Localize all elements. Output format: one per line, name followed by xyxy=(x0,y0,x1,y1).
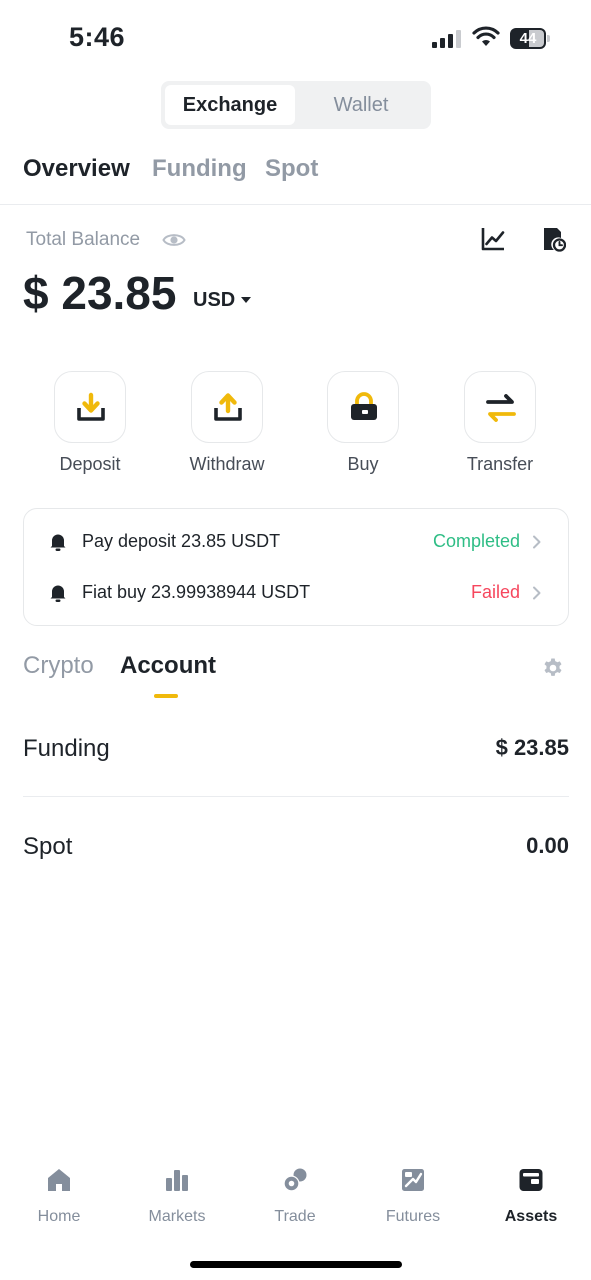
trade-icon xyxy=(283,1168,307,1192)
signal-icon xyxy=(432,30,461,48)
markets-icon xyxy=(166,1170,188,1191)
activity-row[interactable]: Pay deposit 23.85 USDT Completed xyxy=(24,520,570,564)
header-divider xyxy=(0,204,591,205)
deposit-icon xyxy=(77,392,105,421)
account-value: 0.00 xyxy=(526,833,569,858)
futures-icon xyxy=(402,1169,424,1191)
mode-switch: Exchange Wallet xyxy=(161,81,431,129)
exchange-toggle[interactable]: Exchange xyxy=(165,85,295,125)
currency-selector[interactable]: USD xyxy=(193,289,235,312)
nav-label: Assets xyxy=(504,1208,558,1225)
buy-button[interactable] xyxy=(327,371,399,443)
active-tab-indicator xyxy=(154,694,178,698)
transfer-icon xyxy=(486,394,516,422)
activity-status: Failed xyxy=(470,582,520,602)
tab-account[interactable]: Account xyxy=(120,652,216,680)
bell-icon xyxy=(50,534,66,551)
battery-cap xyxy=(547,35,550,42)
caret-down-icon[interactable] xyxy=(241,297,251,303)
quick-actions: Deposit Withdraw Buy Transfer xyxy=(0,371,591,481)
chevron-right-icon xyxy=(533,535,541,549)
gear-icon[interactable] xyxy=(541,656,565,680)
deposit-label: Deposit xyxy=(59,454,121,474)
account-row-spot[interactable]: Spot 0.00 xyxy=(23,833,569,873)
chevron-right-icon xyxy=(533,586,541,600)
activity-row[interactable]: Fiat buy 23.99938944 USDT Failed xyxy=(24,571,570,615)
nav-label: Home xyxy=(37,1208,81,1225)
chart-icon[interactable] xyxy=(480,226,506,252)
account-value: $ 23.85 xyxy=(495,735,569,760)
home-indicator xyxy=(190,1261,402,1268)
withdraw-label: Withdraw xyxy=(189,454,265,474)
wallet-toggle[interactable]: Wallet xyxy=(295,85,427,125)
withdraw-icon xyxy=(214,393,242,421)
history-icon[interactable] xyxy=(542,226,566,252)
activity-status: Completed xyxy=(432,531,520,551)
tab-crypto[interactable]: Crypto xyxy=(23,652,94,680)
status-bar: 5:46 44 xyxy=(0,0,591,78)
home-icon xyxy=(48,1169,70,1191)
nav-assets[interactable]: Assets xyxy=(476,1160,586,1235)
assets-icon xyxy=(519,1169,543,1191)
tab-spot[interactable]: Spot xyxy=(265,155,318,183)
row-divider xyxy=(23,796,569,797)
eye-icon[interactable] xyxy=(162,230,186,250)
nav-markets[interactable]: Markets xyxy=(122,1160,232,1235)
total-balance-amount: $ 23.85 xyxy=(23,267,177,319)
bell-icon xyxy=(50,585,66,602)
buy-label: Buy xyxy=(347,454,379,474)
wifi-icon xyxy=(472,26,500,46)
battery-level: 44 xyxy=(519,30,537,47)
battery-icon: 44 xyxy=(510,28,550,49)
nav-label: Futures xyxy=(385,1208,441,1225)
tab-funding[interactable]: Funding xyxy=(152,155,247,183)
withdraw-button[interactable] xyxy=(191,371,263,443)
status-time: 5:46 xyxy=(69,22,126,52)
nav-trade[interactable]: Trade xyxy=(240,1160,350,1235)
buy-icon xyxy=(351,392,377,420)
transfer-label: Transfer xyxy=(466,454,534,474)
nav-label: Trade xyxy=(274,1208,316,1225)
nav-label: Markets xyxy=(148,1208,206,1225)
account-row-funding[interactable]: Funding $ 23.85 xyxy=(23,735,569,775)
tab-overview[interactable]: Overview xyxy=(23,155,130,183)
activity-text: Pay deposit 23.85 USDT xyxy=(82,531,281,551)
activity-text: Fiat buy 23.99938944 USDT xyxy=(82,582,311,602)
nav-futures[interactable]: Futures xyxy=(358,1160,468,1235)
transfer-button[interactable] xyxy=(464,371,536,443)
total-balance-label: Total Balance xyxy=(26,229,141,250)
nav-home[interactable]: Home xyxy=(4,1160,114,1235)
bottom-nav: Home Markets Trade Futures Assets xyxy=(0,1160,591,1240)
account-name: Funding xyxy=(23,735,110,762)
recent-activity-card: Pay deposit 23.85 USDT Completed Fiat bu… xyxy=(23,508,569,626)
account-name: Spot xyxy=(23,833,73,860)
deposit-button[interactable] xyxy=(54,371,126,443)
